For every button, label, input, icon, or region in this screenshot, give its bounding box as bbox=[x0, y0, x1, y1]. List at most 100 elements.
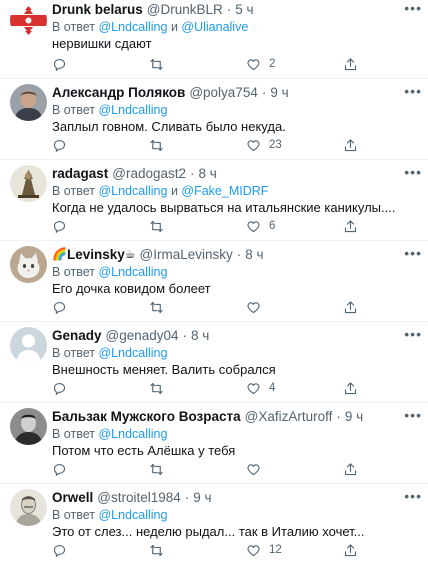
retweet-button[interactable] bbox=[149, 299, 172, 315]
action-bar: 12 bbox=[52, 542, 357, 558]
reply-context: В ответ @Lndcalling bbox=[52, 426, 420, 442]
timestamp[interactable]: 9 ч bbox=[193, 488, 211, 507]
display-name[interactable]: Бальзак Мужского Возраста bbox=[52, 407, 241, 426]
display-name[interactable]: Александр Поляков bbox=[52, 83, 185, 102]
like-button[interactable] bbox=[246, 299, 269, 315]
tweet[interactable]: radagast @radogast2 · 8 ч В ответ @Lndca… bbox=[0, 160, 428, 241]
user-handle[interactable]: @radogast2 bbox=[112, 164, 186, 183]
tweet[interactable]: Genady @genady04 · 8 ч В ответ @Lndcalli… bbox=[0, 322, 428, 403]
mention-joiner: и bbox=[170, 184, 178, 198]
tweet[interactable]: Александр Поляков @polya754 · 9 ч В отве… bbox=[0, 79, 428, 160]
display-name[interactable]: Drunk belarus bbox=[52, 0, 143, 19]
like-button[interactable]: 12 bbox=[246, 542, 282, 558]
reply-context: В ответ @Lndcalling bbox=[52, 102, 420, 118]
share-button[interactable] bbox=[343, 218, 358, 234]
avatar[interactable] bbox=[10, 246, 47, 283]
reply-prefix: В ответ bbox=[52, 508, 95, 522]
like-icon bbox=[247, 58, 260, 70]
like-button[interactable]: 2 bbox=[246, 56, 275, 72]
share-button[interactable] bbox=[343, 461, 358, 477]
like-count: 4 bbox=[269, 382, 276, 394]
timestamp[interactable]: 8 ч bbox=[199, 164, 217, 183]
more-dots-icon[interactable]: ••• bbox=[404, 0, 422, 16]
timestamp[interactable]: 8 ч bbox=[245, 245, 263, 264]
retweet-icon bbox=[150, 58, 163, 70]
more-dots-icon[interactable]: ••• bbox=[404, 326, 422, 342]
action-bar: 23 bbox=[52, 137, 357, 153]
display-name[interactable]: Orwell bbox=[52, 488, 93, 507]
mention-link[interactable]: @Lndcalling bbox=[98, 508, 167, 522]
timestamp[interactable]: 9 ч bbox=[270, 83, 288, 102]
reply-button[interactable] bbox=[52, 56, 75, 72]
like-count: 12 bbox=[269, 544, 282, 556]
user-handle[interactable]: @polya754 bbox=[189, 83, 258, 102]
like-button[interactable]: 4 bbox=[246, 380, 275, 396]
user-handle[interactable]: @DrunkBLR bbox=[147, 0, 223, 19]
timestamp[interactable]: 8 ч bbox=[191, 326, 209, 345]
mention-link[interactable]: @Lndcalling bbox=[98, 184, 167, 198]
reply-button[interactable] bbox=[52, 137, 75, 153]
retweet-button[interactable] bbox=[149, 542, 172, 558]
mention-link[interactable]: @Lndcalling bbox=[98, 103, 167, 117]
retweet-button[interactable] bbox=[149, 137, 172, 153]
display-name[interactable]: Levinsky bbox=[67, 245, 125, 264]
user-handle[interactable]: @stroitel1984 bbox=[97, 488, 181, 507]
mention-link[interactable]: @Lndcalling bbox=[98, 427, 167, 441]
mention-link[interactable]: @Lndcalling bbox=[98, 265, 167, 279]
mention-link[interactable]: @Lndcalling bbox=[98, 346, 167, 360]
mention-link[interactable]: @Lndcalling bbox=[98, 20, 167, 34]
share-button[interactable] bbox=[343, 137, 358, 153]
user-handle[interactable]: @XafizArturoff bbox=[245, 407, 333, 426]
reply-icon bbox=[53, 220, 66, 233]
more-dots-icon[interactable]: ••• bbox=[404, 164, 422, 180]
display-name[interactable]: radagast bbox=[52, 164, 108, 183]
reply-button[interactable] bbox=[52, 218, 75, 234]
share-icon bbox=[344, 300, 357, 313]
action-bar bbox=[52, 461, 357, 477]
avatar[interactable] bbox=[10, 327, 47, 364]
retweet-button[interactable] bbox=[149, 461, 172, 477]
tweet-text: Его дочка ковидом болеет bbox=[52, 281, 211, 296]
retweet-button[interactable] bbox=[149, 218, 172, 234]
tweet[interactable]: Бальзак Мужского Возраста @XafizArturoff… bbox=[0, 403, 428, 484]
avatar[interactable] bbox=[10, 2, 47, 39]
reply-button[interactable] bbox=[52, 380, 75, 396]
reply-button[interactable] bbox=[52, 542, 75, 558]
like-count: 23 bbox=[269, 139, 282, 151]
like-button[interactable] bbox=[246, 461, 269, 477]
like-icon bbox=[247, 463, 260, 475]
man-bw-photo-avatar-icon bbox=[10, 408, 47, 445]
tweet[interactable]: Drunk belarus @DrunkBLR · 5 ч В ответ @L… bbox=[0, 0, 428, 79]
more-dots-icon[interactable]: ••• bbox=[404, 407, 422, 423]
reply-button[interactable] bbox=[52, 299, 75, 315]
user-handle[interactable]: @IrmaLevinsky bbox=[140, 245, 233, 264]
avatar[interactable] bbox=[10, 84, 47, 121]
reply-button[interactable] bbox=[52, 461, 75, 477]
more-dots-icon[interactable]: ••• bbox=[404, 488, 422, 504]
like-button[interactable]: 23 bbox=[246, 137, 282, 153]
share-button[interactable] bbox=[343, 299, 358, 315]
mention-joiner: и bbox=[170, 20, 178, 34]
avatar[interactable] bbox=[10, 489, 47, 526]
user-handle[interactable]: @genady04 bbox=[106, 326, 179, 345]
timestamp[interactable]: 5 ч bbox=[235, 0, 253, 19]
share-button[interactable] bbox=[343, 56, 358, 72]
share-button[interactable] bbox=[343, 542, 358, 558]
more-dots-icon[interactable]: ••• bbox=[404, 83, 422, 99]
avatar[interactable] bbox=[10, 165, 47, 202]
mention-link[interactable]: @Ulianalive bbox=[181, 20, 248, 34]
like-button[interactable]: 6 bbox=[246, 218, 275, 234]
retweet-button[interactable] bbox=[149, 380, 172, 396]
tweet[interactable]: 🌈 Levinsky ☕ @IrmaLevinsky · 8 ч В ответ… bbox=[0, 241, 428, 322]
like-icon bbox=[247, 544, 260, 556]
timestamp[interactable]: 9 ч bbox=[345, 407, 363, 426]
display-name[interactable]: Genady bbox=[52, 326, 102, 345]
more-dots-icon[interactable]: ••• bbox=[404, 245, 422, 261]
share-button[interactable] bbox=[343, 380, 358, 396]
mention-link[interactable]: @Fake_MIDRF bbox=[181, 184, 268, 198]
avatar[interactable] bbox=[10, 408, 47, 445]
reply-icon bbox=[53, 463, 66, 476]
retweet-icon bbox=[150, 139, 163, 151]
cat-photo-avatar-icon bbox=[10, 246, 47, 283]
retweet-button[interactable] bbox=[149, 56, 172, 72]
